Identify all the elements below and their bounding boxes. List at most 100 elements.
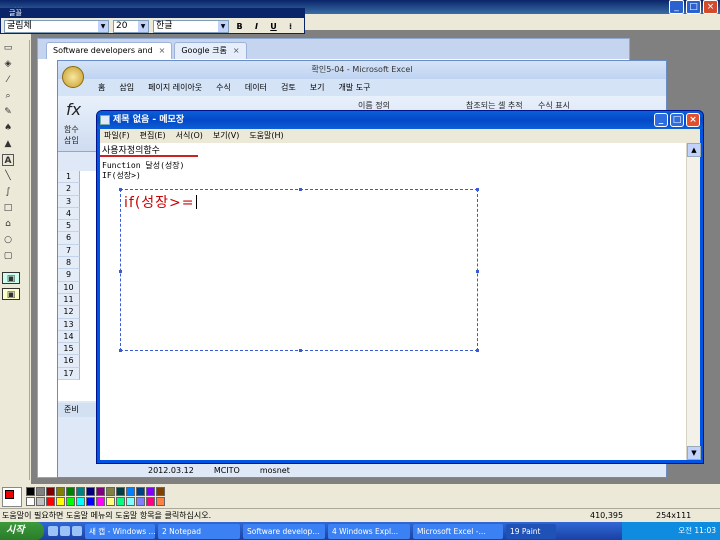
color-swatch[interactable]: [36, 487, 45, 496]
rounded-rect-tool-icon[interactable]: ▢: [2, 250, 14, 262]
color-swatch[interactable]: [106, 487, 115, 496]
color-swatch[interactable]: [76, 487, 85, 496]
color-swatch[interactable]: [126, 497, 135, 506]
start-button[interactable]: 시작: [0, 522, 44, 540]
magnifier-tool-icon[interactable]: ⌕: [2, 90, 14, 102]
resize-handle[interactable]: [119, 188, 122, 191]
color-swatch[interactable]: [46, 497, 55, 506]
text-tool-icon[interactable]: A: [2, 154, 14, 166]
notepad-text-area[interactable]: 사용자정의함수 Function 달성(성장) IF(성장>) if(성장>= …: [100, 143, 701, 460]
menu-format[interactable]: 서식(O): [176, 129, 203, 143]
eraser-tool-icon[interactable]: ▭: [2, 42, 14, 54]
color-swatch[interactable]: [56, 497, 65, 506]
row-header[interactable]: 8: [58, 257, 80, 270]
polygon-tool-icon[interactable]: ⌂: [2, 218, 14, 230]
ribbon-tab[interactable]: 데이터: [245, 82, 267, 93]
row-header[interactable]: 2: [58, 183, 80, 196]
ribbon-tab[interactable]: 삽입: [119, 82, 134, 93]
color-swatch[interactable]: [96, 497, 105, 506]
font-size-select[interactable]: 20 ▼: [113, 20, 149, 33]
resize-handle[interactable]: [299, 188, 302, 191]
close-button[interactable]: ×: [686, 113, 700, 127]
ribbon-tab[interactable]: 홈: [98, 82, 105, 93]
row-header[interactable]: 12: [58, 306, 80, 319]
color-swatch[interactable]: [146, 487, 155, 496]
minimize-button[interactable]: _: [654, 113, 668, 127]
resize-handle[interactable]: [476, 270, 479, 273]
resize-handle[interactable]: [476, 188, 479, 191]
pencil-tool-icon[interactable]: ✎: [2, 106, 14, 118]
bold-button[interactable]: B: [233, 20, 246, 33]
menu-file[interactable]: 파일(F): [104, 129, 130, 143]
quick-launch-icon[interactable]: [72, 526, 82, 536]
resize-handle[interactable]: [476, 349, 479, 352]
row-header[interactable]: 16: [58, 355, 80, 368]
ribbon-tab[interactable]: 보기: [310, 82, 325, 93]
taskbar-button[interactable]: Microsoft Excel -...: [413, 523, 503, 539]
row-header[interactable]: 7: [58, 244, 80, 258]
scroll-up-icon[interactable]: ▲: [687, 143, 701, 157]
row-header[interactable]: 6: [58, 232, 80, 245]
ribbon-tab[interactable]: 페이지 레이아웃: [148, 82, 202, 93]
underline-button[interactable]: U: [267, 20, 280, 33]
row-header[interactable]: 14: [58, 330, 80, 344]
taskbar-button[interactable]: 2 Notepad: [158, 523, 240, 539]
curve-tool-icon[interactable]: ∫: [2, 186, 14, 198]
airbrush-tool-icon[interactable]: ▲: [2, 138, 14, 150]
color-swatch[interactable]: [156, 487, 165, 496]
browser-tab[interactable]: Google 크롬 ×: [174, 42, 247, 59]
color-swatch[interactable]: [86, 487, 95, 496]
close-button[interactable]: ×: [703, 0, 718, 14]
color-swatch[interactable]: [26, 497, 35, 506]
color-swatch[interactable]: [36, 497, 45, 506]
resize-handle[interactable]: [299, 349, 302, 352]
function-icon[interactable]: fx: [66, 100, 81, 119]
row-header[interactable]: 11: [58, 293, 80, 307]
ribbon-tab[interactable]: 개발 도구: [338, 82, 370, 93]
maximize-button[interactable]: □: [686, 0, 701, 14]
color-swatch[interactable]: [136, 487, 145, 496]
color-swatch[interactable]: [136, 497, 145, 506]
brush-tool-icon[interactable]: ♠: [2, 122, 14, 134]
row-header[interactable]: 13: [58, 318, 80, 331]
row-header[interactable]: 9: [58, 269, 80, 282]
resize-handle[interactable]: [119, 270, 122, 273]
maximize-button[interactable]: □: [670, 113, 684, 127]
eyedropper-tool-icon[interactable]: ⁄: [2, 74, 14, 86]
row-header[interactable]: 5: [58, 220, 80, 233]
taskbar-button[interactable]: 4 Windows Expl...: [328, 523, 410, 539]
italic-button[interactable]: I: [250, 20, 263, 33]
color-swatch[interactable]: [66, 487, 75, 496]
taskbar-button[interactable]: 새 캡 - Windows ...: [85, 523, 155, 539]
ribbon-tab[interactable]: 수식: [216, 82, 231, 93]
office-button[interactable]: [62, 66, 84, 88]
color-swatch[interactable]: [96, 487, 105, 496]
row-header[interactable]: 15: [58, 343, 80, 356]
color-swatch[interactable]: [46, 487, 55, 496]
color-swatch[interactable]: [116, 487, 125, 496]
close-icon[interactable]: ×: [233, 46, 240, 55]
taskbar-button[interactable]: 19 Paint: [506, 523, 556, 539]
taskbar-button[interactable]: Software develop...: [243, 523, 325, 539]
font-name-select[interactable]: 굴림체 ▼: [4, 20, 109, 33]
color-swatch[interactable]: [66, 497, 75, 506]
text-opaque-option-icon[interactable]: ▣: [2, 272, 20, 284]
fill-tool-icon[interactable]: ◈: [2, 58, 14, 70]
line-tool-icon[interactable]: ╲: [2, 170, 14, 182]
color-swatch[interactable]: [26, 487, 35, 496]
close-icon[interactable]: ×: [159, 46, 166, 55]
quick-launch-icon[interactable]: [48, 526, 58, 536]
color-swatch[interactable]: [146, 497, 155, 506]
paint-text-box[interactable]: if(성장>=: [119, 188, 479, 352]
row-header[interactable]: 4: [58, 207, 80, 221]
minimize-button[interactable]: _: [669, 0, 684, 14]
text-transparent-option-icon[interactable]: ▣: [2, 288, 20, 300]
row-header[interactable]: 1: [58, 171, 80, 184]
vertical-scrollbar[interactable]: ▲ ▼: [686, 143, 701, 460]
color-swatch[interactable]: [76, 497, 85, 506]
browser-tab[interactable]: Software developers and ×: [46, 42, 173, 59]
ribbon-tab[interactable]: 검토: [281, 82, 296, 93]
rectangle-tool-icon[interactable]: □: [2, 202, 14, 214]
color-swatch[interactable]: [56, 487, 65, 496]
color-swatch[interactable]: [106, 497, 115, 506]
